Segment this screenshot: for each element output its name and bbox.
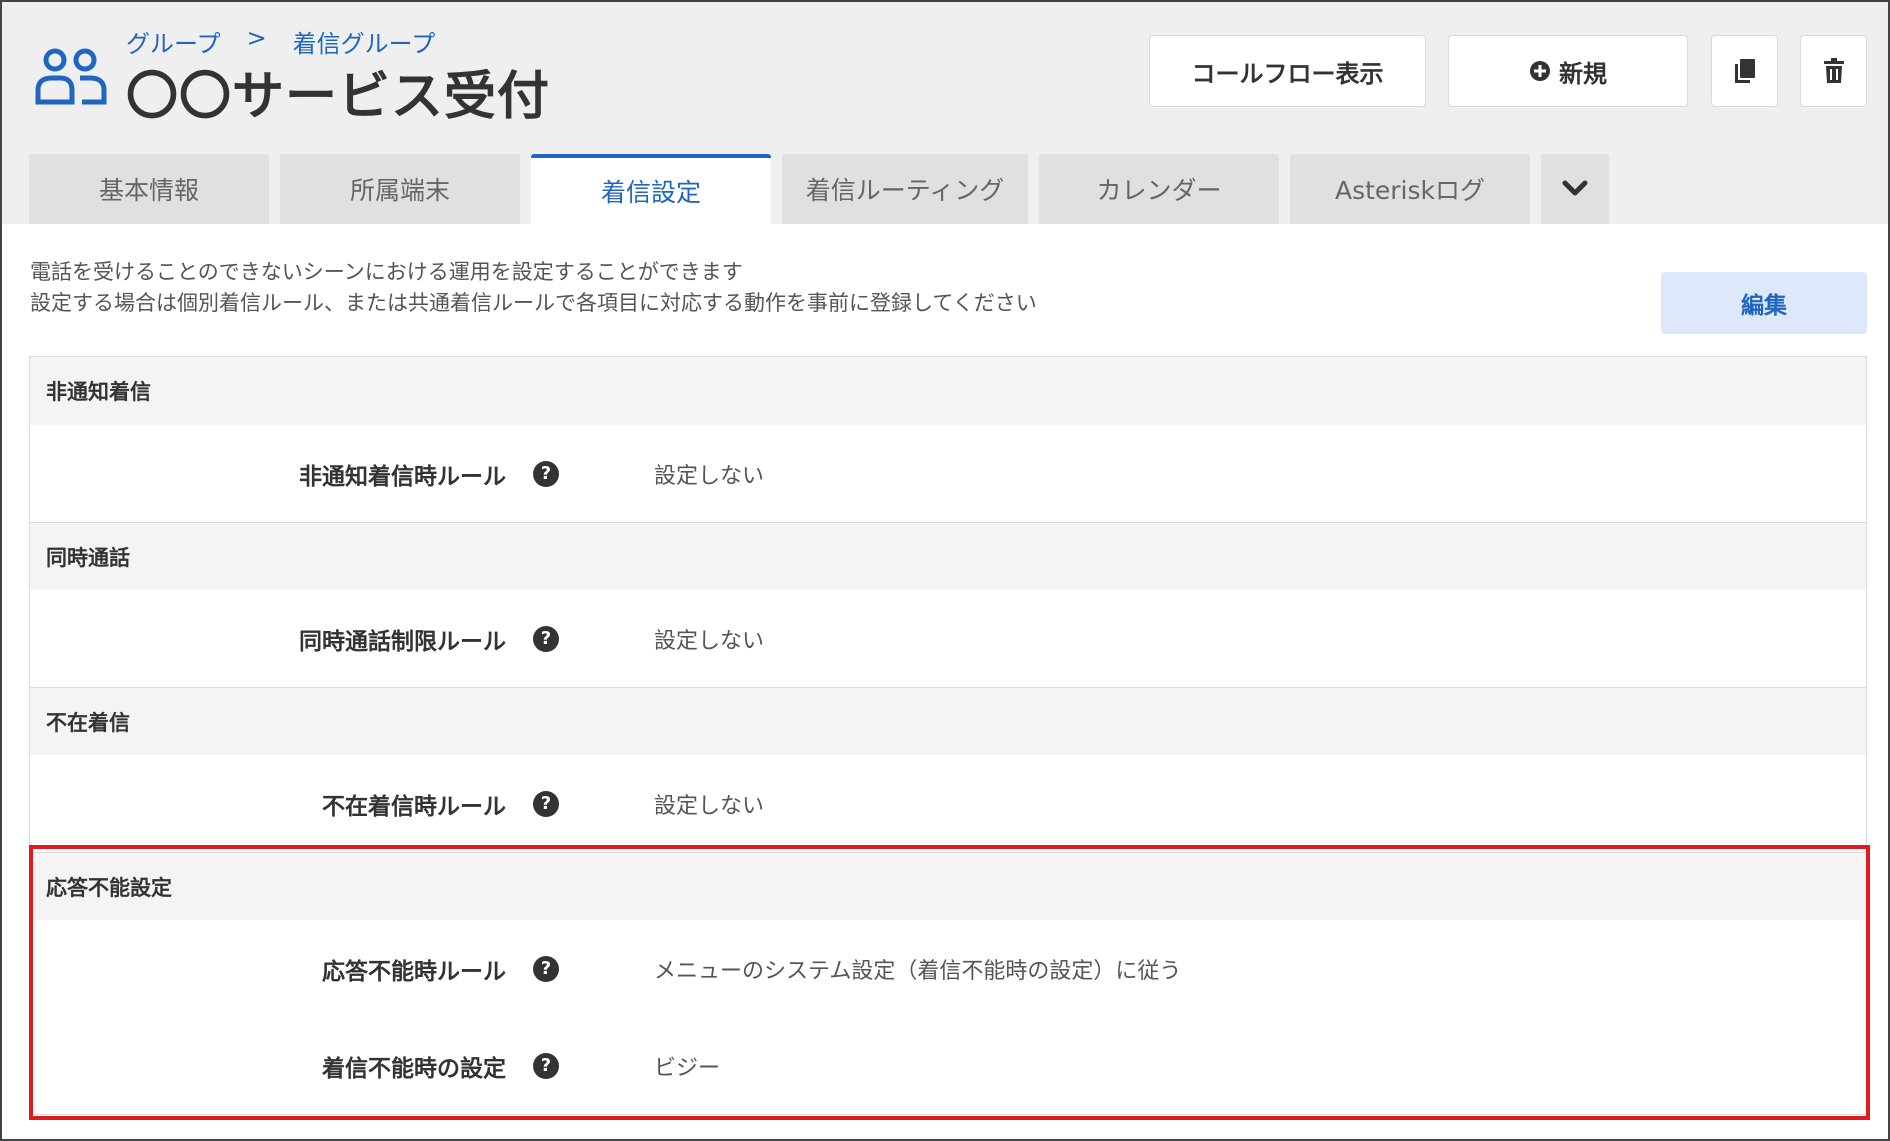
tab-member-devices[interactable]: 所属端末 bbox=[280, 154, 520, 224]
setting-label: 不在着信時ルール bbox=[322, 793, 506, 820]
setting-row-concurrent-limit-rule: 同時通話制限ルール ? 設定しない bbox=[30, 590, 1866, 687]
app-window: グループ > 着信グループ 〇〇サービス受付 コールフロー表示 新規 基本情報 … bbox=[0, 0, 1890, 1141]
section-header-anonymous-call: 非通知着信 bbox=[30, 357, 1866, 425]
setting-value: 設定しない bbox=[654, 463, 765, 489]
tab-asterisk-log[interactable]: Asteriskログ bbox=[1290, 154, 1530, 224]
tab-label: 着信設定 bbox=[600, 178, 701, 207]
section-header-missed-call: 不在着信 bbox=[30, 687, 1866, 755]
tab-incoming-settings[interactable]: 着信設定 bbox=[531, 154, 771, 224]
setting-label: 同時通話制限ルール bbox=[299, 628, 506, 655]
help-icon[interactable]: ? bbox=[533, 1052, 559, 1079]
tab-label: 所属端末 bbox=[349, 176, 450, 205]
group-icon bbox=[35, 48, 107, 105]
edit-button-label: 編集 bbox=[1741, 293, 1787, 319]
edit-button[interactable]: 編集 bbox=[1661, 272, 1867, 334]
section-title: 応答不能設定 bbox=[46, 875, 172, 900]
tab-label: 着信ルーティング bbox=[805, 176, 1005, 205]
description-line-1: 電話を受けることのできないシーンにおける運用を設定することができます bbox=[30, 260, 743, 284]
setting-row-missed-call-rule: 不在着信時ルール ? 設定しない bbox=[30, 755, 1866, 852]
tab-label: カレンダー bbox=[1096, 176, 1222, 205]
help-icon[interactable]: ? bbox=[533, 625, 559, 652]
section-title: 不在着信 bbox=[46, 710, 130, 735]
copy-button[interactable] bbox=[1711, 35, 1778, 107]
copy-icon bbox=[1734, 59, 1755, 83]
section-title: 非通知着信 bbox=[46, 380, 151, 404]
header: グループ > 着信グループ 〇〇サービス受付 コールフロー表示 新規 基本情報 … bbox=[2, 2, 1888, 224]
setting-label: 応答不能時ルール bbox=[322, 958, 506, 985]
setting-value: ビジー bbox=[654, 1055, 721, 1081]
tab-basic-info[interactable]: 基本情報 bbox=[29, 154, 269, 224]
trash-icon bbox=[1823, 58, 1844, 83]
callflow-button[interactable]: コールフロー表示 bbox=[1149, 35, 1426, 107]
chevron-down-icon bbox=[1562, 180, 1588, 196]
setting-label: 非通知着信時ルール bbox=[299, 463, 506, 490]
setting-value: メニューのシステム設定（着信不能時の設定）に従う bbox=[654, 958, 1182, 984]
tab-label: 基本情報 bbox=[98, 176, 199, 205]
tab-calendar[interactable]: カレンダー bbox=[1039, 154, 1279, 224]
new-button[interactable]: 新規 bbox=[1448, 35, 1688, 107]
plus-circle-icon bbox=[1530, 61, 1550, 81]
section-header-concurrent-call: 同時通話 bbox=[30, 522, 1866, 590]
setting-row-anonymous-rule: 非通知着信時ルール ? 設定しない bbox=[30, 425, 1866, 522]
setting-value: 設定しない bbox=[654, 793, 765, 819]
page-title: 〇〇サービス受付 bbox=[126, 67, 551, 127]
section-title: 同時通話 bbox=[46, 545, 130, 570]
help-icon[interactable]: ? bbox=[533, 955, 559, 982]
description-line-2: 設定する場合は個別着信ルール、または共通着信ルールで各項目に対応する動作を事前に… bbox=[30, 291, 1037, 315]
setting-value: 設定しない bbox=[654, 628, 765, 654]
tab-more-button[interactable] bbox=[1541, 154, 1609, 224]
settings-panel: 非通知着信 非通知着信時ルール ? 設定しない 同時通話 同時通話制限ルール ?… bbox=[29, 356, 1867, 1115]
delete-button[interactable] bbox=[1800, 35, 1867, 107]
callflow-button-label: コールフロー表示 bbox=[1191, 59, 1384, 88]
tab-label: Asteriskログ bbox=[1334, 176, 1486, 205]
help-icon[interactable]: ? bbox=[533, 790, 559, 817]
new-button-label: 新規 bbox=[1559, 59, 1607, 88]
section-header-unable-to-answer: 応答不能設定 bbox=[30, 852, 1866, 920]
setting-label: 着信不能時の設定 bbox=[322, 1055, 506, 1082]
setting-row-unable-to-answer-rule: 応答不能時ルール ? メニューのシステム設定（着信不能時の設定）に従う bbox=[30, 920, 1866, 1017]
description: 電話を受けることのできないシーンにおける運用を設定することができます 設定する場… bbox=[30, 257, 1037, 319]
help-icon[interactable]: ? bbox=[533, 460, 559, 487]
tab-incoming-routing[interactable]: 着信ルーティング bbox=[782, 154, 1028, 224]
setting-row-unable-to-receive-setting: 着信不能時の設定 ? ビジー bbox=[30, 1017, 1866, 1114]
